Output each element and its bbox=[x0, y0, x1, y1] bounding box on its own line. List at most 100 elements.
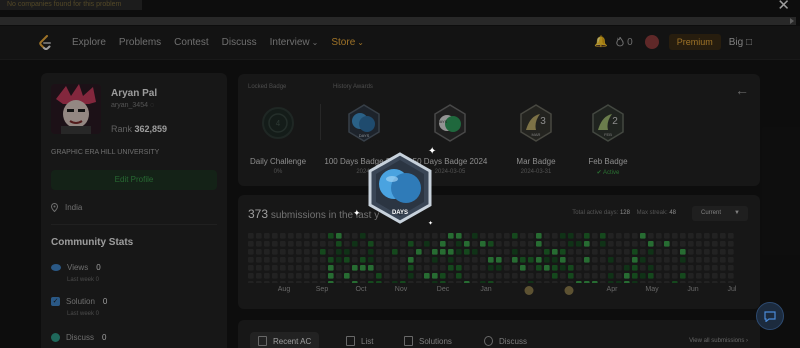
heatmap-cell[interactable] bbox=[640, 233, 646, 239]
heatmap-cell[interactable] bbox=[264, 233, 270, 239]
heatmap-cell[interactable] bbox=[384, 281, 390, 283]
heatmap-cell[interactable] bbox=[616, 241, 622, 247]
heatmap-cell[interactable] bbox=[336, 273, 342, 279]
heatmap-cell[interactable] bbox=[504, 233, 510, 239]
heatmap-cell[interactable] bbox=[488, 249, 494, 255]
heatmap-cell[interactable] bbox=[360, 273, 366, 279]
heatmap-cell[interactable] bbox=[280, 281, 286, 283]
heatmap-cell[interactable] bbox=[488, 265, 494, 271]
heatmap-cell[interactable] bbox=[568, 241, 574, 247]
heatmap-cell[interactable] bbox=[520, 249, 526, 255]
heatmap-cell[interactable] bbox=[304, 233, 310, 239]
heatmap-cell[interactable] bbox=[512, 257, 518, 263]
heatmap-cell[interactable] bbox=[456, 241, 462, 247]
heatmap-cell[interactable] bbox=[608, 241, 614, 247]
heatmap-cell[interactable] bbox=[512, 241, 518, 247]
heatmap-cell[interactable] bbox=[496, 281, 502, 283]
heatmap-cell[interactable] bbox=[632, 265, 638, 271]
heatmap-cell[interactable] bbox=[536, 265, 542, 271]
heatmap-cell[interactable] bbox=[608, 273, 614, 279]
heatmap-cell[interactable] bbox=[448, 281, 454, 283]
heatmap-cell[interactable] bbox=[672, 273, 678, 279]
heatmap-cell[interactable] bbox=[312, 281, 318, 283]
heatmap-cell[interactable] bbox=[728, 249, 734, 255]
heatmap-cell[interactable] bbox=[360, 281, 366, 283]
heatmap-cell[interactable] bbox=[512, 273, 518, 279]
heatmap-cell[interactable] bbox=[712, 241, 718, 247]
heatmap-cell[interactable] bbox=[304, 265, 310, 271]
heatmap-cell[interactable] bbox=[440, 249, 446, 255]
heatmap-cell[interactable] bbox=[312, 241, 318, 247]
heatmap-cell[interactable] bbox=[408, 281, 414, 283]
heatmap-cell[interactable] bbox=[368, 257, 374, 263]
heatmap-cell[interactable] bbox=[712, 273, 718, 279]
heatmap-cell[interactable] bbox=[520, 273, 526, 279]
heatmap-cell[interactable] bbox=[624, 241, 630, 247]
heatmap-cell[interactable] bbox=[528, 257, 534, 263]
heatmap-cell[interactable] bbox=[656, 265, 662, 271]
heatmap-cell[interactable] bbox=[392, 241, 398, 247]
heatmap-cell[interactable] bbox=[512, 249, 518, 255]
heatmap-cell[interactable] bbox=[552, 233, 558, 239]
heatmap-cell[interactable] bbox=[448, 257, 454, 263]
heatmap-cell[interactable] bbox=[440, 241, 446, 247]
heatmap-cell[interactable] bbox=[600, 241, 606, 247]
heatmap-cell[interactable] bbox=[568, 273, 574, 279]
heatmap-cell[interactable] bbox=[720, 233, 726, 239]
heatmap-cell[interactable] bbox=[368, 265, 374, 271]
heatmap-cell[interactable] bbox=[440, 265, 446, 271]
heatmap-cell[interactable] bbox=[352, 249, 358, 255]
heatmap-cell[interactable] bbox=[248, 233, 254, 239]
heatmap-cell[interactable] bbox=[400, 241, 406, 247]
heatmap-cell[interactable] bbox=[304, 257, 310, 263]
heatmap-cell[interactable] bbox=[488, 257, 494, 263]
heatmap-cell[interactable] bbox=[576, 249, 582, 255]
heatmap-cell[interactable] bbox=[328, 257, 334, 263]
heatmap-cell[interactable] bbox=[488, 233, 494, 239]
heatmap-cell[interactable] bbox=[456, 265, 462, 271]
heatmap-cell[interactable] bbox=[400, 273, 406, 279]
heatmap-cell[interactable] bbox=[504, 265, 510, 271]
heatmap-cell[interactable] bbox=[600, 273, 606, 279]
heatmap-cell[interactable] bbox=[408, 273, 414, 279]
heatmap-cell[interactable] bbox=[528, 241, 534, 247]
heatmap-cell[interactable] bbox=[416, 249, 422, 255]
tab-recent-ac[interactable]: Recent AC bbox=[250, 332, 320, 348]
heatmap-cell[interactable] bbox=[344, 233, 350, 239]
heatmap-cell[interactable] bbox=[496, 265, 502, 271]
heatmap-cell[interactable] bbox=[496, 241, 502, 247]
heatmap-cell[interactable] bbox=[432, 281, 438, 283]
heatmap-cell[interactable] bbox=[664, 273, 670, 279]
heatmap-cell[interactable] bbox=[664, 281, 670, 283]
heatmap-cell[interactable] bbox=[536, 233, 542, 239]
heatmap-cell[interactable] bbox=[344, 273, 350, 279]
heatmap-cell[interactable] bbox=[728, 281, 734, 283]
heatmap-cell[interactable] bbox=[416, 273, 422, 279]
heatmap-cell[interactable] bbox=[576, 281, 582, 283]
heatmap-cell[interactable] bbox=[536, 241, 542, 247]
heatmap-cell[interactable] bbox=[640, 273, 646, 279]
heatmap-cell[interactable] bbox=[288, 257, 294, 263]
heatmap-cell[interactable] bbox=[600, 281, 606, 283]
heatmap-cell[interactable] bbox=[544, 241, 550, 247]
heatmap-cell[interactable] bbox=[248, 241, 254, 247]
heatmap-cell[interactable] bbox=[480, 233, 486, 239]
heatmap-cell[interactable] bbox=[592, 257, 598, 263]
heatmap-cell[interactable] bbox=[328, 233, 334, 239]
heatmap-cell[interactable] bbox=[672, 265, 678, 271]
heatmap-cell[interactable] bbox=[392, 249, 398, 255]
heatmap-cell[interactable] bbox=[328, 241, 334, 247]
heatmap-cell[interactable] bbox=[568, 257, 574, 263]
heatmap-cell[interactable] bbox=[368, 249, 374, 255]
heatmap-cell[interactable] bbox=[272, 281, 278, 283]
tab-solutions[interactable]: Solutions bbox=[404, 336, 452, 346]
heatmap-cell[interactable] bbox=[600, 249, 606, 255]
heatmap-cell[interactable] bbox=[528, 273, 534, 279]
badge-daily-challenge[interactable]: 4 Daily Challenge 0% bbox=[238, 104, 318, 175]
badge-mar[interactable]: 3 MAR Mar Badge 2024-03-31 bbox=[496, 104, 576, 175]
heatmap-cell[interactable] bbox=[304, 273, 310, 279]
nav-contest[interactable]: Contest bbox=[174, 37, 208, 48]
heatmap-cell[interactable] bbox=[568, 233, 574, 239]
heatmap-cell[interactable] bbox=[632, 273, 638, 279]
nav-store[interactable]: Store ⌄ bbox=[331, 37, 364, 48]
